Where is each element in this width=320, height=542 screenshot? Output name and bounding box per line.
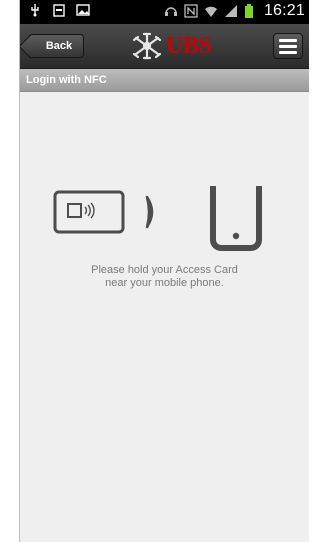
ubs-logo: UBS [132,32,212,60]
menu-icon-bar [279,50,297,54]
app-bar: Back UBS [20,24,309,69]
logo-text: UBS [166,32,212,59]
app-screen: 16:21 Back UBS Login with NFC Please hol… [19,0,309,542]
wifi-icon [204,4,218,18]
sd-card-icon [52,3,66,17]
nfc-wave-icon [145,195,154,229]
menu-button[interactable] [273,33,303,59]
mobile-phone-icon [210,186,262,251]
nfc-icon [184,4,198,18]
ubs-keys-icon [132,32,162,60]
headset-icon [164,4,178,18]
back-button[interactable]: Back [28,34,84,58]
menu-icon-bar [279,44,297,48]
instruction-text: Please hold your Access Card near your m… [20,264,309,290]
signal-icon [224,4,238,18]
instruction-line-2: near your mobile phone. [105,277,224,289]
access-card-icon [53,190,125,234]
status-bar: 16:21 [20,0,309,24]
battery-icon [244,4,258,18]
status-time: 16:21 [263,2,305,19]
nfc-illustration [53,186,262,251]
usb-icon [28,3,42,17]
menu-icon-bar [279,38,297,42]
main-content: Please hold your Access Card near your m… [20,92,309,542]
image-icon [76,3,90,17]
page-title: Login with NFC [20,69,309,92]
instruction-line-1: Please hold your Access Card [91,264,238,276]
